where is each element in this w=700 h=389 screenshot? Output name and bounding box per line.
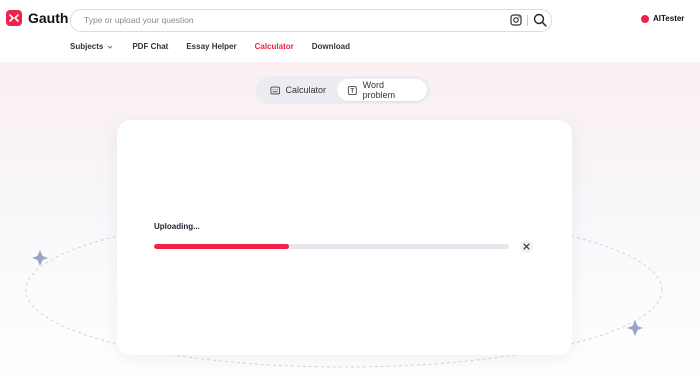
gauth-logo[interactable]: Gauth	[6, 10, 68, 26]
nav-essay-helper[interactable]: Essay Helper	[186, 42, 236, 51]
calculator-mode-label: Calculator	[285, 85, 326, 95]
calculator-mode-button[interactable]: Calculator	[260, 79, 336, 101]
camera-upload-icon[interactable]	[509, 13, 523, 27]
nav-download[interactable]: Download	[312, 42, 350, 51]
nav-subjects-label: Subjects	[70, 42, 104, 51]
nav-subjects[interactable]: Subjects	[70, 42, 114, 51]
user-name: AITester	[653, 14, 685, 23]
top-header: Gauth Type or upload your question AITes…	[0, 0, 700, 62]
close-icon	[523, 243, 530, 250]
sparkle-icon	[627, 320, 643, 336]
user-avatar-icon	[641, 14, 649, 23]
brand-name: Gauth	[28, 10, 69, 26]
upload-progress-fill	[154, 244, 289, 249]
text-icon	[347, 85, 357, 95]
calculator-icon	[270, 86, 281, 94]
gauth-logo-icon	[6, 10, 22, 26]
upload-progress-bar	[154, 244, 509, 249]
mode-toggle: Calculator Word problem	[256, 76, 430, 104]
upload-status-label: Uploading...	[154, 222, 200, 231]
search-icon[interactable]	[532, 12, 548, 28]
nav-calculator[interactable]: Calculator	[255, 42, 294, 51]
search-input[interactable]: Type or upload your question	[84, 15, 194, 25]
sparkle-icon	[32, 250, 48, 266]
search-divider	[527, 15, 528, 26]
cancel-upload-button[interactable]	[520, 240, 533, 253]
user-menu[interactable]: AITester	[641, 14, 684, 23]
search-bar[interactable]: Type or upload your question	[70, 9, 552, 32]
word-problem-mode-button[interactable]: Word problem	[337, 79, 427, 101]
word-problem-mode-label: Word problem	[362, 80, 396, 100]
main-nav: Subjects PDF Chat Essay Helper Calculato…	[70, 42, 368, 51]
upload-card: Uploading...	[117, 120, 572, 355]
nav-pdf-chat[interactable]: PDF Chat	[132, 42, 168, 51]
chevron-down-icon	[107, 45, 113, 49]
